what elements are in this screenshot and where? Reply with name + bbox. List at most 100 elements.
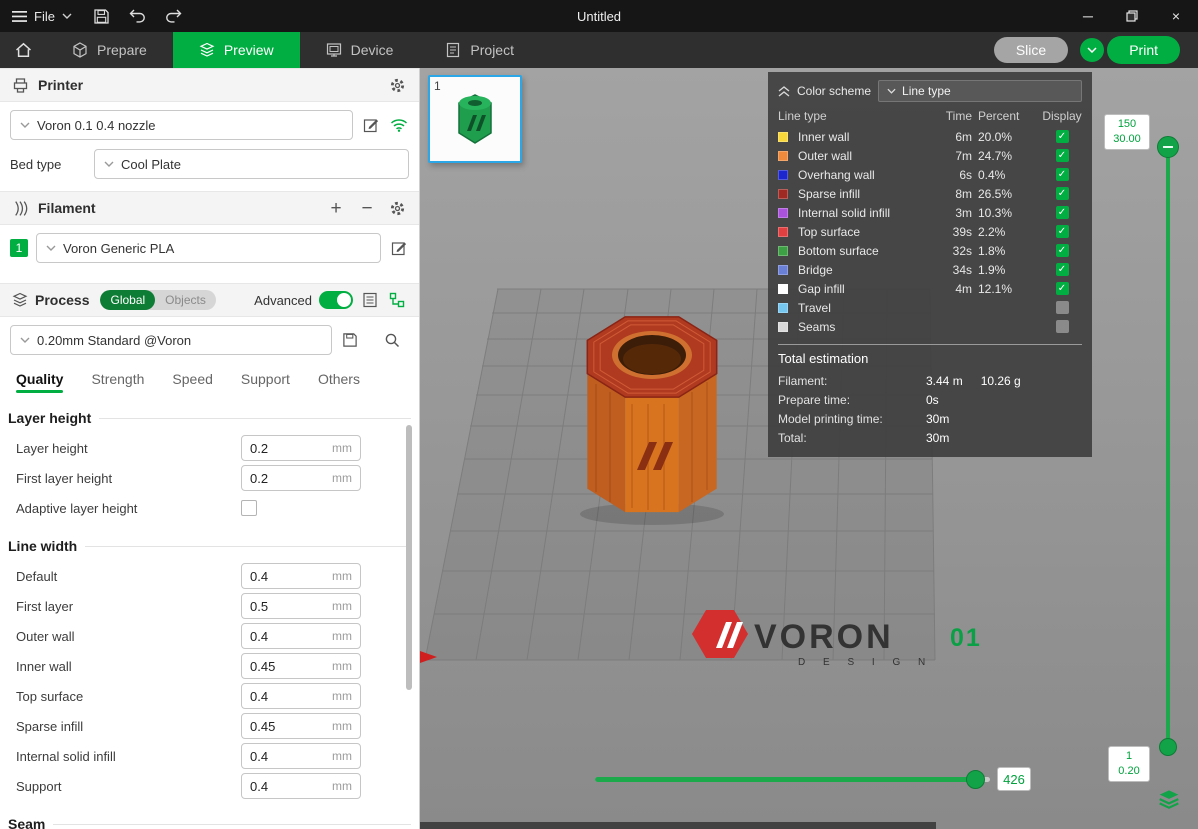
line-type-swatch bbox=[778, 132, 788, 142]
first-layer-line-width-label: First layer bbox=[16, 599, 241, 614]
tab-prepare-label: Prepare bbox=[97, 42, 147, 58]
display-checkbox[interactable] bbox=[1056, 130, 1069, 143]
line-type-swatch bbox=[778, 170, 788, 180]
tab-strength[interactable]: Strength bbox=[91, 371, 144, 395]
step-slider-handle[interactable] bbox=[966, 770, 985, 789]
display-checkbox[interactable] bbox=[1056, 263, 1069, 276]
display-checkbox[interactable] bbox=[1056, 225, 1069, 238]
view-type-value: Line type bbox=[902, 84, 951, 98]
printer-settings-gear-icon[interactable] bbox=[387, 75, 407, 95]
printer-section-title: Printer bbox=[38, 77, 83, 93]
layer-slider-lower-handle[interactable] bbox=[1159, 738, 1177, 756]
advanced-toggle[interactable] bbox=[319, 291, 353, 309]
tab-speed[interactable]: Speed bbox=[172, 371, 212, 395]
display-checkbox[interactable] bbox=[1056, 244, 1069, 257]
display-checkbox[interactable] bbox=[1056, 301, 1069, 314]
maximize-button[interactable] bbox=[1110, 0, 1154, 32]
home-button[interactable] bbox=[0, 32, 46, 68]
edit-printer-preset-icon[interactable] bbox=[361, 115, 381, 135]
plate-thumbnail-model bbox=[453, 93, 497, 145]
legend-row: Outer wall 7m 24.7% bbox=[778, 146, 1082, 165]
default-line-width-input[interactable]: 0.4mm bbox=[241, 563, 361, 589]
search-settings-icon[interactable] bbox=[382, 330, 402, 350]
support-line-width-label: Support bbox=[16, 779, 241, 794]
display-checkbox[interactable] bbox=[1056, 187, 1069, 200]
tab-quality[interactable]: Quality bbox=[16, 371, 63, 395]
minimize-button[interactable]: ─ bbox=[1066, 0, 1110, 32]
process-icon bbox=[12, 292, 28, 308]
layers-view-button[interactable] bbox=[1156, 786, 1182, 812]
display-checkbox[interactable] bbox=[1056, 149, 1069, 162]
save-button[interactable] bbox=[84, 0, 120, 32]
layer-slider-upper-handle[interactable] bbox=[1157, 136, 1179, 158]
step-slider-track[interactable] bbox=[595, 777, 990, 782]
first-layer-height-input[interactable]: 0.2 mm bbox=[241, 465, 361, 491]
display-checkbox[interactable] bbox=[1056, 282, 1069, 295]
add-filament-button[interactable]: + bbox=[325, 199, 347, 218]
plate-logo-subtext: D E S I G N bbox=[798, 657, 933, 668]
filament-settings-gear-icon[interactable] bbox=[387, 198, 407, 218]
remove-filament-button[interactable]: − bbox=[356, 199, 378, 218]
sparse-infill-line-width-input[interactable]: 0.45mm bbox=[241, 713, 361, 739]
print-options-chevron-button[interactable] bbox=[1080, 38, 1104, 62]
scope-global-button[interactable]: Global bbox=[100, 290, 155, 310]
hamburger-icon bbox=[12, 11, 27, 22]
layer-height-input[interactable]: 0.2 mm bbox=[241, 435, 361, 461]
bed-type-select[interactable]: Cool Plate bbox=[94, 149, 409, 179]
line-type-swatch bbox=[778, 151, 788, 161]
inner-wall-line-width-input[interactable]: 0.45mm bbox=[241, 653, 361, 679]
wifi-connection-icon[interactable] bbox=[389, 115, 409, 135]
filament-preset-select[interactable]: Voron Generic PLA bbox=[36, 233, 381, 263]
chevron-down-icon bbox=[887, 88, 896, 94]
outer-wall-line-width-input[interactable]: 0.4mm bbox=[241, 623, 361, 649]
adaptive-layer-height-checkbox[interactable] bbox=[241, 500, 257, 516]
tab-preview[interactable]: Preview bbox=[173, 32, 300, 68]
tab-others[interactable]: Others bbox=[318, 371, 360, 395]
printer-preset-select[interactable]: Voron 0.1 0.4 nozzle bbox=[10, 110, 353, 140]
save-preset-icon[interactable] bbox=[340, 330, 360, 350]
estimation-divider bbox=[778, 344, 1082, 351]
sidebar-scrollbar[interactable] bbox=[406, 425, 412, 690]
process-section-title: Process bbox=[35, 292, 89, 308]
collapse-panel-icon[interactable] bbox=[778, 86, 790, 97]
scope-objects-button[interactable]: Objects bbox=[155, 290, 216, 310]
bed-type-label: Bed type bbox=[10, 157, 86, 172]
plate-thumbnail[interactable]: 1 bbox=[428, 75, 522, 163]
tab-project-label: Project bbox=[470, 42, 514, 58]
file-menu-button[interactable]: File bbox=[0, 0, 84, 32]
model-object[interactable] bbox=[580, 317, 724, 525]
estimation-row: Filament: 3.44 m 10.26 g bbox=[778, 371, 1082, 390]
process-preset-select[interactable]: 0.20mm Standard @Voron bbox=[10, 325, 332, 355]
tab-device[interactable]: Device bbox=[300, 32, 420, 68]
tab-prepare[interactable]: Prepare bbox=[46, 32, 173, 68]
process-tabs: Quality Strength Speed Support Others bbox=[0, 361, 419, 395]
setting-row: Sparse infill 0.45mm bbox=[0, 711, 419, 741]
3d-viewport: VORON D E S I G N 01 bbox=[420, 68, 1198, 829]
prepare-icon bbox=[72, 42, 88, 58]
line-type-swatch bbox=[778, 284, 788, 294]
redo-button[interactable] bbox=[156, 0, 192, 32]
undo-button[interactable] bbox=[120, 0, 156, 32]
slice-button[interactable]: Slice bbox=[994, 37, 1068, 63]
edit-filament-preset-icon[interactable] bbox=[389, 238, 409, 258]
estimation-row: Prepare time: 0s bbox=[778, 390, 1082, 409]
display-checkbox[interactable] bbox=[1056, 168, 1069, 181]
display-checkbox[interactable] bbox=[1056, 320, 1069, 333]
support-line-width-input[interactable]: 0.4mm bbox=[241, 773, 361, 799]
internal-solid-infill-line-width-input[interactable]: 0.4mm bbox=[241, 743, 361, 769]
filament-preset-value: Voron Generic PLA bbox=[63, 241, 174, 256]
print-button[interactable]: Print bbox=[1107, 36, 1180, 64]
view-type-select[interactable]: Line type bbox=[878, 80, 1082, 102]
display-checkbox[interactable] bbox=[1056, 206, 1069, 219]
bed-type-value: Cool Plate bbox=[121, 157, 181, 172]
parameter-table-icon[interactable] bbox=[360, 290, 380, 310]
objects-tree-icon[interactable] bbox=[387, 290, 407, 310]
top-surface-line-width-input[interactable]: 0.4mm bbox=[241, 683, 361, 709]
close-button[interactable]: × bbox=[1154, 0, 1198, 32]
filament-slot-badge[interactable]: 1 bbox=[10, 239, 28, 257]
title-bar: File Untitled ─ × bbox=[0, 0, 1198, 32]
tab-support[interactable]: Support bbox=[241, 371, 290, 395]
tab-project[interactable]: Project bbox=[419, 32, 540, 68]
first-layer-line-width-input[interactable]: 0.5mm bbox=[241, 593, 361, 619]
layer-slider-track[interactable] bbox=[1166, 147, 1170, 747]
